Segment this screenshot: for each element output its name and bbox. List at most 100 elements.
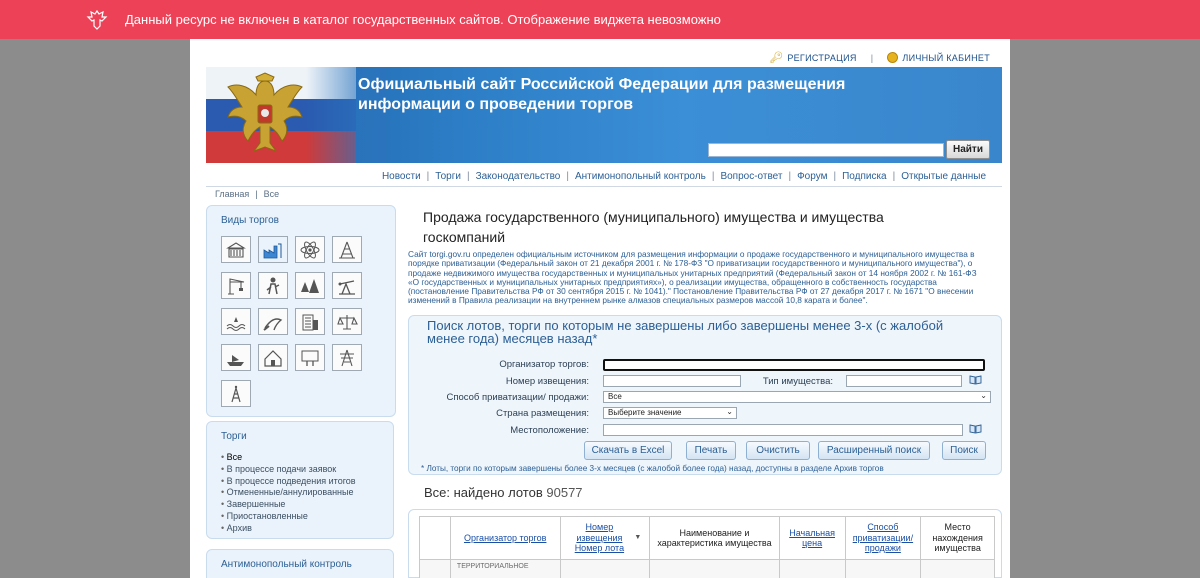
trades-item-all[interactable]: Все [221,452,356,464]
col-method[interactable]: Способ приватизации/ продажи [844,517,921,559]
forest-icon [301,278,319,293]
search-panel-title: Поиск лотов, торги по которым не заверше… [427,318,944,346]
property-type-field[interactable] [846,375,962,387]
search-button[interactable]: Поиск [942,441,986,460]
col-notice[interactable]: Номер извещения Номер лота ▼ [559,517,650,559]
col-price-link[interactable]: Начальная цена [782,528,843,549]
organizer-field[interactable] [603,359,985,371]
trade-kind-tile[interactable] [332,272,362,299]
trade-kind-tile[interactable] [258,344,288,371]
trade-kinds-grid [221,236,362,407]
site-search-input[interactable] [708,143,944,157]
trades-item-cancelled[interactable]: Отмененные/аннулированные [221,487,356,499]
breadcrumb: Главная | Все [215,189,280,199]
col-name: Наименование и характеристика имущества [649,517,779,559]
building-icon [226,241,246,258]
trade-kind-tile[interactable] [221,380,251,407]
nav-open-data[interactable]: Открытые данные [901,171,986,182]
book-icon[interactable] [969,424,982,434]
warning-text: Данный ресурс не включен в каталог госуд… [125,12,721,27]
country-select[interactable]: Выберите значение ⌄ [603,407,737,419]
book-icon[interactable] [969,375,982,385]
col-price[interactable]: Начальная цена [778,517,845,559]
trades-item-suspended[interactable]: Приостановленные [221,511,356,523]
nav-news[interactable]: Новости [382,171,421,182]
trade-kind-tile[interactable] [258,236,288,263]
trade-kind-tile[interactable] [221,308,251,335]
trade-kind-tile[interactable] [221,272,251,299]
col-organizer[interactable]: Организатор торгов [449,517,560,559]
register-label: РЕГИСТРАЦИЯ [787,52,857,63]
trade-kind-tile[interactable] [221,236,251,263]
main-nav: Новости | Торги | Законодательство | Антимо… [206,167,1002,187]
trade-kind-tile[interactable] [332,236,362,263]
nav-subscription[interactable]: Подписка [842,171,887,182]
nav-legislation[interactable]: Законодательство [476,171,561,182]
trade-kind-tile[interactable] [295,236,325,263]
privatization-select[interactable]: Все ⌄ [603,391,991,403]
advanced-search-button[interactable]: Расширенный поиск [818,441,930,460]
site-search-button[interactable]: Найти [946,140,990,159]
cabinet-label: ЛИЧНЫЙ КАБИНЕТ [902,52,990,63]
tower-icon [231,385,241,402]
trade-kind-tile[interactable] [295,308,325,335]
col-method-link[interactable]: Способ приватизации/ продажи [848,522,919,554]
intro-text: Сайт torgi.gov.ru определен официальным … [408,249,977,306]
coat-of-arms-icon [227,72,303,153]
trade-kind-tile[interactable] [221,344,251,371]
trade-kind-tile[interactable] [295,272,325,299]
nav-antimonopoly[interactable]: Антимонопольный контроль [575,171,706,182]
antimonopoly-title[interactable]: Антимонопольный контроль [207,550,393,570]
breadcrumb-home[interactable]: Главная [215,189,249,199]
factory-icon [263,243,282,258]
sort-arrow-icon[interactable]: ▼ [634,533,641,544]
trades-item-summarizing[interactable]: В процессе подведения итогов [221,476,356,488]
page: 🔑︎ РЕГИСТРАЦИЯ | ЛИЧНЫЙ КАБИНЕТ Официаль… [190,39,1010,578]
trade-kinds-panel: Виды торгов [206,205,396,417]
col-organizer-link[interactable]: Организатор торгов [464,533,546,544]
worker-icon [266,277,280,294]
organizer-label: Организатор торгов: [499,359,589,370]
trade-kind-tile[interactable] [258,308,288,335]
clear-button[interactable]: Очистить [746,441,810,460]
billboard-icon [301,350,319,366]
chevron-down-icon: ⌄ [980,391,987,400]
trade-kind-tile[interactable] [258,272,288,299]
results-table: Организатор торгов Номер извещения Номер… [408,509,1002,578]
trade-kind-tile[interactable] [332,308,362,335]
notice-number-label: Номер извещения: [505,376,589,387]
atom-icon [300,241,320,258]
nav-forum[interactable]: Форум [797,171,827,182]
trades-title: Торги [221,431,247,442]
property-type-label: Тип имущества: [762,376,833,387]
nav-trades[interactable]: Торги [435,171,461,182]
table-row[interactable]: ТЕРРИТОРИАЛЬНОЕ [419,560,995,578]
crane-icon [228,277,245,295]
trades-panel: Торги Все В процессе подачи заявок В про… [206,421,394,539]
trade-kind-tile[interactable] [295,344,325,371]
trades-item-completed[interactable]: Завершенные [221,499,356,511]
results-count-label: Все: найдено лотов [424,485,543,500]
trade-kind-tile[interactable] [332,344,362,371]
trades-item-accepting[interactable]: В процессе подачи заявок [221,464,356,476]
results-count: Все: найдено лотов 90577 [424,485,583,500]
divider: | [870,52,874,63]
notice-number-field[interactable] [603,375,741,387]
trades-list: Все В процессе подачи заявок В процессе … [221,452,356,535]
derrick-icon [339,241,355,259]
page-title: Продажа государственного (муниципального… [423,209,884,245]
nav-faq[interactable]: Вопрос-ответ [720,171,782,182]
warning-bar: Данный ресурс не включен в каталог госуд… [0,0,1200,39]
location-field[interactable] [603,424,963,436]
trades-item-archive[interactable]: Архив [221,523,356,535]
print-button[interactable]: Печать [686,441,736,460]
site-title-line2: информации о проведении торгов [358,96,634,113]
top-links: 🔑︎ РЕГИСТРАЦИЯ | ЛИЧНЫЙ КАБИНЕТ [769,51,990,64]
register-link[interactable]: 🔑︎ РЕГИСТРАЦИЯ [769,51,857,64]
house-icon [264,349,282,367]
cabinet-link[interactable]: ЛИЧНЫЙ КАБИНЕТ [887,52,990,63]
coin-icon [887,52,899,63]
col-notice-link[interactable]: Номер извещения Номер лота [568,522,630,554]
boat-icon [227,354,244,366]
export-excel-button[interactable]: Скачать в Excel [584,441,672,460]
